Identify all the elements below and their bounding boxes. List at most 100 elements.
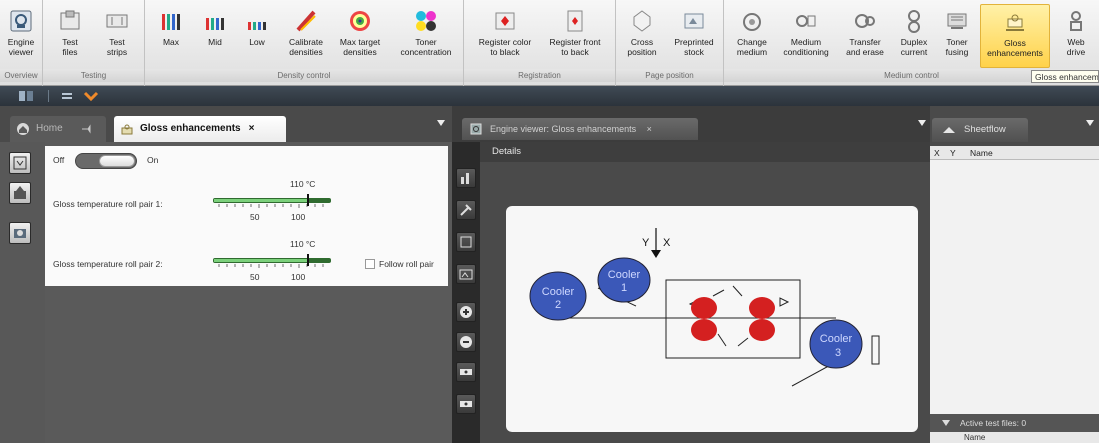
axis-y-label: Y — [642, 237, 650, 249]
quick-access-bar — [0, 86, 1099, 106]
medium-conditioning-button[interactable]: Medium conditioning — [778, 4, 834, 68]
change-medium-label: Change medium — [736, 37, 768, 57]
toggle-on-label: On — [147, 155, 159, 165]
chart-view-button[interactable] — [456, 168, 476, 188]
panel-menu-icon[interactable] — [437, 120, 445, 126]
gloss-on-off-toggle[interactable] — [75, 153, 137, 169]
max-button[interactable]: Max — [153, 4, 189, 68]
chevron-down-icon[interactable] — [82, 89, 100, 103]
group-label-registration: Registration — [464, 69, 615, 82]
test-strips-button[interactable]: Test strips — [95, 4, 139, 68]
image-icon — [459, 269, 473, 280]
preprinted-stock-label: Preprinted stock — [674, 37, 714, 57]
tools-icon — [460, 204, 472, 216]
gloss-tooltip: Gloss enhancements — [1031, 70, 1099, 83]
group-overview: Engine viewer Overview — [0, 0, 43, 86]
zoom-in-button[interactable] — [456, 302, 476, 322]
toggle-off-label: Off — [53, 155, 65, 165]
gloss-settings-content: Off On Gloss temperature roll pair 1: 11… — [45, 142, 452, 443]
viewer-menu-icon[interactable] — [918, 120, 926, 126]
fit-button[interactable] — [456, 362, 476, 382]
mid-button[interactable]: Mid — [197, 4, 233, 68]
quickbar-divider — [48, 90, 49, 102]
sheetflow-menu-icon[interactable] — [1086, 120, 1094, 126]
list-icon[interactable] — [60, 89, 74, 103]
pin-icon[interactable] — [80, 124, 92, 134]
group-label-testing: Testing — [43, 69, 144, 82]
zoom-out-button[interactable] — [456, 332, 476, 352]
follow-roll-pair-label: Follow roll pair — [379, 259, 434, 269]
duplex-current-button[interactable]: Duplex current — [894, 4, 934, 68]
group-label-page-position: Page position — [616, 69, 723, 82]
column-y[interactable]: Y — [950, 146, 956, 160]
sheet-button[interactable] — [456, 232, 476, 252]
output-tray — [871, 335, 880, 365]
toner-concentration-label: Toner concentration — [400, 37, 452, 57]
viewer-canvas: Y X Cooler 2 Cooler 1 Cooler 3 — [480, 162, 930, 443]
fuser-frame — [665, 279, 801, 359]
left-sidebar — [0, 142, 45, 443]
calibrate-densities-button[interactable]: Calibrate densities — [283, 4, 329, 68]
roll-pair-2-slider[interactable] — [213, 253, 331, 269]
viewer-tab-label: Engine viewer: Gloss enhancements — [490, 124, 637, 134]
group-density-control: Max Mid Low Calibrate densities Max targ… — [145, 0, 464, 86]
follow-roll-pair-checkbox[interactable] — [365, 259, 375, 269]
group-testing: Test files Test strips Testing — [43, 0, 145, 86]
cross-position-button[interactable]: Cross position — [620, 4, 664, 68]
close-icon[interactable]: × — [249, 123, 255, 134]
register-color-to-black-button[interactable]: Register color to black — [472, 4, 538, 68]
viewer-tabstrip: Engine viewer: Gloss enhancements × — [452, 106, 930, 142]
toner-fusing-button[interactable]: Toner fusing — [938, 4, 976, 68]
tab-home[interactable]: Home — [10, 116, 106, 142]
change-medium-button[interactable]: Change medium — [730, 4, 774, 68]
sidebar-button-view[interactable] — [9, 152, 31, 174]
guide-4 — [737, 337, 749, 347]
register-front-to-back-button[interactable]: Register front to back — [542, 4, 608, 68]
roller-1-bottom — [691, 319, 717, 341]
test-files-button[interactable]: Test files — [49, 4, 91, 68]
column-x[interactable]: X — [934, 146, 940, 160]
center-button[interactable] — [456, 394, 476, 414]
cooler-3-number: 3 — [835, 347, 841, 359]
sheetflow-tab-label: Sheetflow — [964, 124, 1006, 135]
active-files-name-column[interactable]: Name — [930, 432, 1099, 443]
active-test-files-bar[interactable]: Active test files: 0 — [930, 414, 1099, 432]
max-target-densities-button[interactable]: Max target densities — [335, 4, 385, 68]
engine-viewer-button[interactable]: Engine viewer — [2, 4, 40, 68]
tab-engine-viewer[interactable]: Engine viewer: Gloss enhancements × — [462, 118, 698, 140]
sidebar-button-save[interactable] — [9, 182, 31, 204]
viewer-toolbar — [452, 142, 480, 443]
roll-pair-1-slider[interactable] — [213, 193, 331, 209]
toner-fusing-icon — [947, 13, 967, 29]
tools-button[interactable] — [456, 200, 476, 220]
preprinted-stock-icon — [684, 13, 704, 29]
layout-icon[interactable] — [18, 89, 34, 103]
register-color-label: Register color to black — [478, 37, 532, 57]
roll-pair-1-value: 110 °C — [290, 179, 316, 189]
roll-pair-2-label: Gloss temperature roll pair 2: — [53, 259, 163, 269]
roller-1-top — [691, 297, 717, 319]
toner-concentration-button[interactable]: Toner concentration — [395, 4, 457, 68]
image-button[interactable] — [456, 264, 476, 284]
engine-viewer-label: Engine viewer — [7, 37, 35, 57]
axis-x-label: X — [663, 237, 671, 249]
low-button[interactable]: Low — [239, 4, 275, 68]
engine-viewer-panel: Engine viewer: Gloss enhancements × Deta… — [452, 106, 930, 443]
web-drive-button[interactable]: Web drive — [1056, 4, 1096, 68]
guide-2 — [732, 285, 743, 297]
gloss-enhancements-button[interactable]: Gloss enhancements — [980, 4, 1050, 68]
viewer-close-icon[interactable]: × — [647, 124, 652, 134]
tab-sheetflow[interactable]: Sheetflow — [932, 118, 1028, 142]
duplex-current-label: Duplex current — [900, 37, 928, 57]
sidebar-button-settings[interactable] — [9, 222, 31, 244]
preprinted-stock-button[interactable]: Preprinted stock — [668, 4, 720, 68]
left-tabstrip: Home Gloss enhancements × — [0, 106, 452, 142]
tab-gloss-enhancements[interactable]: Gloss enhancements × — [114, 116, 286, 142]
collapse-icon — [942, 420, 950, 426]
view-icon — [13, 156, 27, 170]
mid-label: Mid — [208, 37, 222, 47]
column-name[interactable]: Name — [970, 146, 993, 160]
transfer-erase-label: Transfer and erase — [846, 37, 884, 57]
transfer-and-erase-button[interactable]: Transfer and erase — [840, 4, 890, 68]
active-test-files-label: Active test files: 0 — [960, 418, 1027, 428]
